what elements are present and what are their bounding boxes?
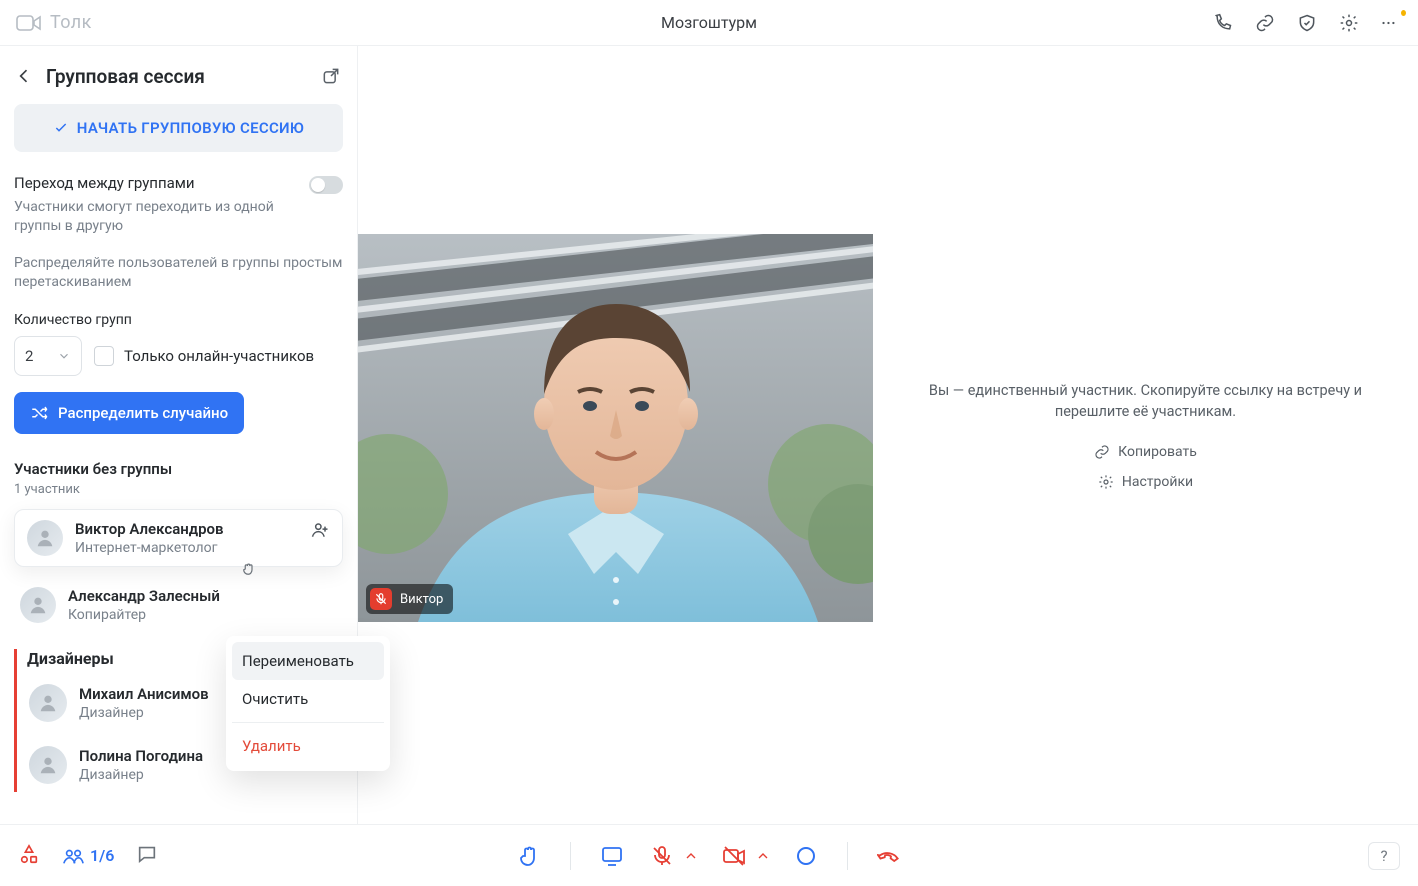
separator	[847, 842, 848, 870]
only-online-checkbox[interactable]	[94, 346, 114, 366]
menu-rename[interactable]: Переименовать	[232, 642, 384, 680]
link-icon	[1094, 444, 1110, 460]
link-icon[interactable]	[1254, 12, 1276, 34]
help-button[interactable]: ?	[1368, 842, 1400, 870]
participant-name: Виктор	[400, 592, 443, 607]
user-name: Александр Залесный	[68, 587, 337, 605]
brand-text: Толк	[50, 12, 92, 33]
settings-label: Настройки	[1122, 474, 1193, 490]
grab-cursor-icon	[240, 560, 258, 578]
only-online-row[interactable]: Только онлайн-участников	[94, 346, 314, 366]
brand: Толк	[16, 12, 92, 33]
avatar	[29, 684, 67, 722]
sidebar-title: Групповая сессия	[46, 65, 307, 88]
group-context-menu: Переименовать Очистить Удалить	[226, 636, 390, 771]
content: Виктор Вы — единственный участник. Скопи…	[358, 46, 1418, 824]
group-count-label: Количество групп	[14, 312, 343, 328]
gear-icon	[1098, 474, 1114, 490]
mic-muted-icon	[370, 588, 392, 610]
topbar-actions	[1212, 12, 1402, 34]
empty-state: Вы — единственный участник. Скопируйте с…	[873, 46, 1418, 824]
raise-hand-button[interactable]	[514, 841, 544, 871]
bottombar: 1/6	[0, 824, 1418, 886]
record-button[interactable]	[791, 841, 821, 871]
group-transition-title: Переход между группами	[14, 174, 297, 192]
stage: Виктор Вы — единственный участник. Скопи…	[358, 46, 1418, 824]
shuffle-icon	[30, 404, 48, 422]
settings-button[interactable]: Настройки	[1098, 474, 1193, 490]
user-card-dragging[interactable]: Виктор Александров Интернет-маркетолог	[14, 509, 343, 567]
menu-delete[interactable]: Удалить	[232, 727, 384, 765]
group-count-select[interactable]: 2	[14, 336, 82, 376]
self-view-illustration	[358, 234, 873, 622]
participants-button[interactable]: 1/6	[62, 845, 114, 867]
avatar	[20, 587, 56, 623]
avatar	[27, 520, 63, 556]
topbar: Толк Мозгоштурм	[0, 0, 1418, 46]
shield-icon[interactable]	[1296, 12, 1318, 34]
chevron-down-icon	[57, 349, 71, 363]
only-online-label: Только онлайн-участников	[124, 347, 314, 365]
participant-name-pill: Виктор	[366, 584, 453, 614]
menu-separator	[232, 722, 384, 723]
start-session-button[interactable]: НАЧАТЬ ГРУППОВУЮ СЕССИЮ	[14, 104, 343, 152]
separator	[570, 842, 571, 870]
screenshare-button[interactable]	[597, 841, 627, 871]
bottom-right: ?	[1368, 842, 1400, 870]
participants-count: 1/6	[90, 846, 114, 865]
chat-icon[interactable]	[136, 843, 158, 869]
main: Групповая сессия НАЧАТЬ ГРУППОВУЮ СЕССИЮ…	[0, 46, 1418, 824]
group-count-value: 2	[25, 347, 33, 365]
back-icon[interactable]	[14, 66, 34, 86]
copy-link-button[interactable]: Копировать	[1094, 444, 1197, 460]
sidebar-header: Групповая сессия	[14, 64, 343, 88]
camera-options-icon[interactable]	[755, 848, 771, 864]
mic-options-icon[interactable]	[683, 848, 699, 864]
camera-button[interactable]	[719, 841, 749, 871]
menu-clear[interactable]: Очистить	[232, 680, 384, 718]
bottom-left: 1/6	[18, 843, 158, 869]
avatar	[29, 746, 67, 784]
people-icon	[62, 845, 84, 867]
copy-link-label: Копировать	[1118, 444, 1197, 460]
add-to-group-icon[interactable]	[310, 520, 332, 542]
distribute-random-label: Распределить случайно	[58, 404, 228, 422]
shapes-icon[interactable]	[18, 843, 40, 869]
no-group-subtitle: 1 участник	[14, 482, 343, 497]
mic-button[interactable]	[647, 841, 677, 871]
camera-icon	[16, 14, 42, 32]
group-transition-toggle[interactable]	[309, 176, 343, 194]
help-label: ?	[1380, 847, 1387, 865]
empty-state-text: Вы — единственный участник. Скопируйте с…	[913, 380, 1378, 422]
start-session-label: НАЧАТЬ ГРУППОВУЮ СЕССИЮ	[77, 119, 304, 137]
group-title: Дизайнеры	[27, 649, 114, 668]
user-role: Интернет-маркетолог	[75, 540, 330, 556]
group-transition-desc: Участники смогут переходить из одной гру…	[14, 198, 297, 236]
user-role: Копирайтер	[68, 607, 337, 623]
user-name: Виктор Александров	[75, 520, 330, 538]
notification-dot	[1401, 10, 1406, 16]
distribute-random-button[interactable]: Распределить случайно	[14, 392, 244, 434]
meeting-title: Мозгоштурм	[661, 13, 757, 32]
bottom-center	[514, 841, 904, 871]
group-transition-row: Переход между группами Участники смогут …	[14, 174, 343, 236]
mic-cluster	[647, 841, 699, 871]
check-icon	[53, 120, 69, 136]
user-row[interactable]: Александр Залесный Копирайтер	[14, 579, 343, 631]
group-count-row: 2 Только онлайн-участников	[14, 336, 343, 376]
record-icon	[797, 847, 815, 865]
hangup-button[interactable]	[874, 841, 904, 871]
more-icon[interactable]	[1380, 12, 1402, 34]
gear-icon[interactable]	[1338, 12, 1360, 34]
drag-hint: Распределяйте пользователей в группы про…	[14, 254, 343, 292]
popout-icon[interactable]	[319, 64, 343, 88]
video-tile: Виктор	[358, 234, 873, 622]
phone-icon[interactable]	[1212, 12, 1234, 34]
camera-cluster	[719, 841, 771, 871]
no-group-title: Участники без группы	[14, 460, 343, 478]
